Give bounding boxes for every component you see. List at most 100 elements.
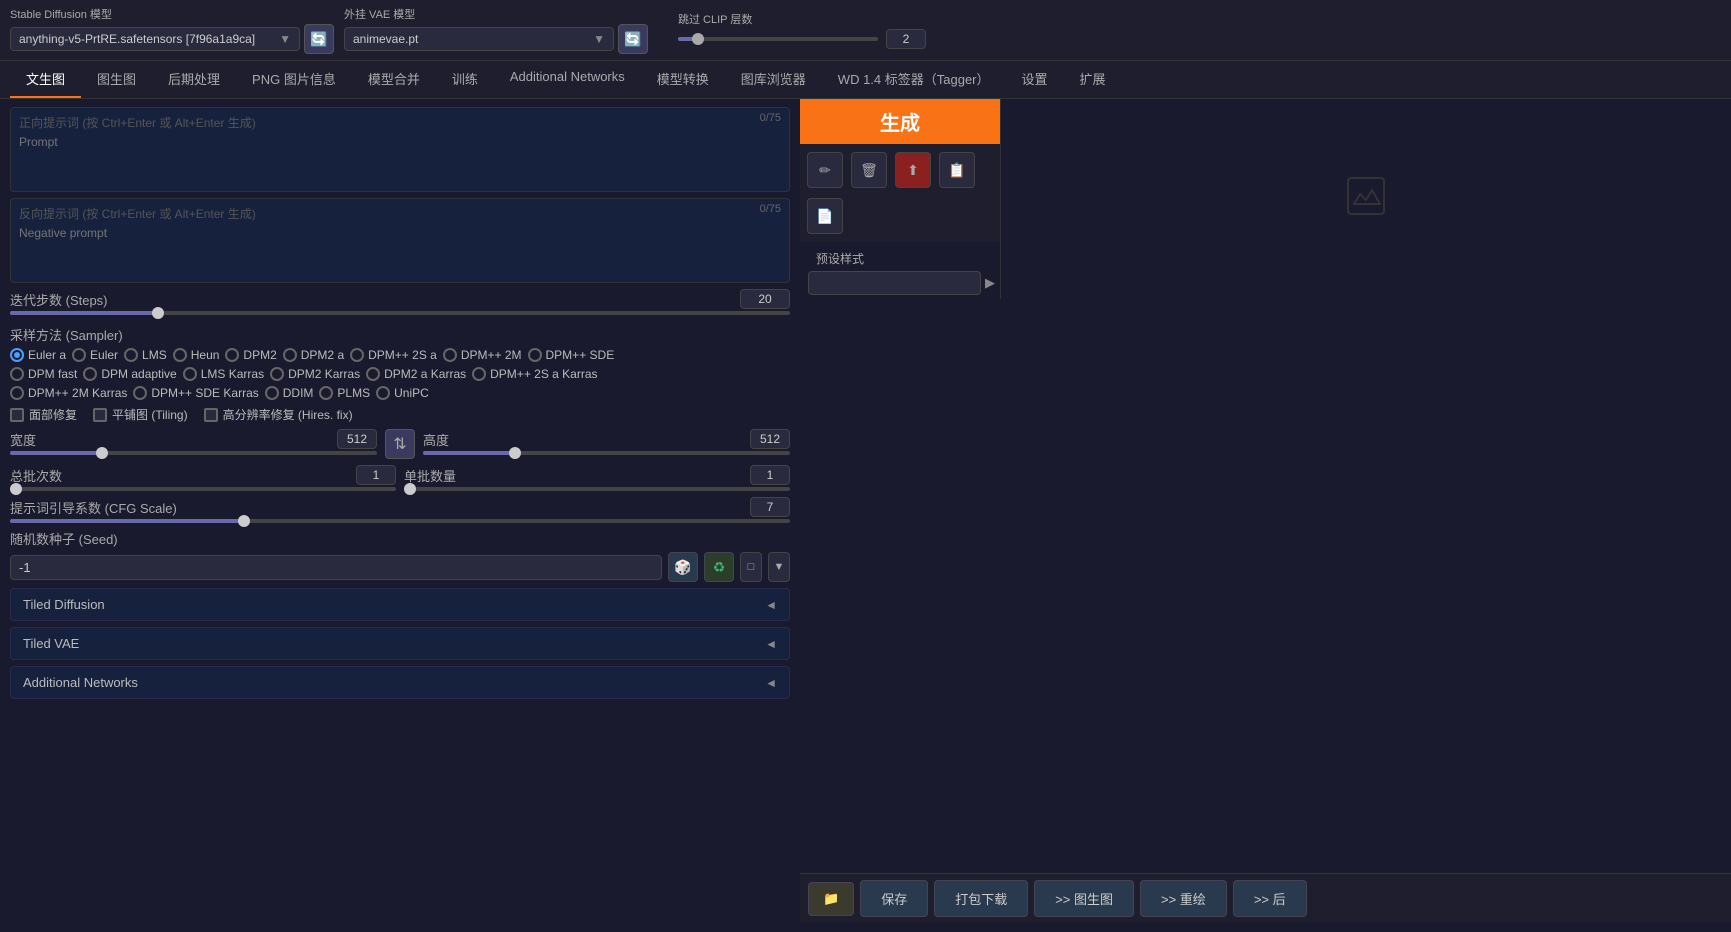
radio-lms[interactable]: LMS <box>124 348 167 362</box>
radio-euler[interactable]: Euler <box>72 348 118 362</box>
sd-model-section: Stable Diffusion 模型 anything-v5-PrtRE.sa… <box>10 6 334 54</box>
tab-merge[interactable]: 模型合并 <box>352 61 436 98</box>
vae-model-arrow: ▼ <box>593 32 605 46</box>
radio-dpmpp-2m[interactable]: DPM++ 2M <box>443 348 522 362</box>
generate-button[interactable]: 生成 <box>800 99 1000 144</box>
radio-unipc[interactable]: UniPC <box>376 386 429 400</box>
radio-ddim[interactable]: DDIM <box>265 386 314 400</box>
width-section: 宽度 512 <box>10 429 377 459</box>
tiling-checkbox[interactable]: 平铺图 (Tiling) <box>93 406 188 423</box>
tab-extras[interactable]: 后期处理 <box>152 61 236 98</box>
radio-dpm-fast[interactable]: DPM fast <box>10 367 77 381</box>
sd-model-refresh-btn[interactable]: 🔄 <box>304 24 334 54</box>
tab-extensions[interactable]: 扩展 <box>1064 61 1122 98</box>
radio-dpm2[interactable]: DPM2 <box>225 348 276 362</box>
radio-dpm-adaptive[interactable]: DPM adaptive <box>83 367 176 381</box>
positive-prompt-area: 正向提示词 (按 Ctrl+Enter 或 Alt+Enter 生成) 0/75 <box>10 107 790 192</box>
positive-prompt-input[interactable] <box>11 133 789 188</box>
cfg-scale-slider[interactable] <box>10 519 790 523</box>
sampler-row-3: DPM++ 2M Karras DPM++ SDE Karras DDIM PL… <box>10 386 790 400</box>
height-slider[interactable] <box>423 451 790 455</box>
tab-train[interactable]: 训练 <box>436 61 494 98</box>
tab-img2img[interactable]: 图生图 <box>81 61 152 98</box>
seed-extra-btn[interactable]: □ <box>740 552 762 582</box>
batch-size-slider[interactable] <box>404 487 790 491</box>
height-value[interactable]: 512 <box>750 429 790 449</box>
tab-png-info[interactable]: PNG 图片信息 <box>236 61 352 98</box>
save-btn[interactable]: 保存 <box>860 880 928 917</box>
vae-model-refresh-btn[interactable]: 🔄 <box>618 24 648 54</box>
tiled-diffusion-header[interactable]: Tiled Diffusion ◄ <box>11 589 789 620</box>
vae-model-label: 外挂 VAE 模型 <box>344 6 648 22</box>
additional-networks-header[interactable]: Additional Networks ◄ <box>11 667 789 698</box>
sd-model-dropdown[interactable]: anything-v5-PrtRE.safetensors [7f96a1a9c… <box>10 27 300 51</box>
batch-size-section: 单批数量 1 <box>404 465 790 491</box>
steps-label: 迭代步数 (Steps) <box>10 290 190 309</box>
radio-dpmpp-sde[interactable]: DPM++ SDE <box>528 348 615 362</box>
radio-euler-a[interactable]: Euler a <box>10 348 66 362</box>
batch-count-value[interactable]: 1 <box>356 465 396 485</box>
batch-count-section: 总批次数 1 <box>10 465 396 491</box>
clip-value[interactable]: 2 <box>886 29 926 49</box>
hires-fix-checkbox[interactable]: 高分辨率修复 (Hires. fix) <box>204 406 353 423</box>
to-extras-btn[interactable]: >> 后 <box>1233 880 1307 917</box>
width-value[interactable]: 512 <box>337 429 377 449</box>
tab-model-convert[interactable]: 模型转换 <box>641 61 725 98</box>
clip-slider[interactable] <box>678 37 878 41</box>
tab-tagger[interactable]: WD 1.4 标签器（Tagger） <box>822 61 1006 98</box>
seed-recycle-btn[interactable]: ♻ <box>704 552 734 582</box>
zip-btn[interactable]: 打包下载 <box>934 880 1028 917</box>
preset-input[interactable] <box>808 271 981 295</box>
right-top-area: 生成 ✏ 🗑 ⬆ 📋 📄 预设样式 ▶ <box>800 99 1731 299</box>
top-bar: Stable Diffusion 模型 anything-v5-PrtRE.sa… <box>0 0 1731 61</box>
preset-section: 预设样式 ▶ <box>800 242 1000 299</box>
toolbar-pencil-btn[interactable]: ✏ <box>807 152 843 188</box>
seed-dropdown-btn[interactable]: ▼ <box>768 552 790 582</box>
toolbar-copy-btn[interactable]: 📋 <box>939 152 975 188</box>
to-inpaint-btn[interactable]: >> 重绘 <box>1140 880 1227 917</box>
negative-prompt-input[interactable] <box>11 224 789 279</box>
width-slider[interactable] <box>10 451 377 455</box>
tab-gallery[interactable]: 图库浏览器 <box>725 61 822 98</box>
folder-btn[interactable]: 📁 <box>808 882 854 916</box>
tab-settings[interactable]: 设置 <box>1006 61 1064 98</box>
seed-dice-btn[interactable]: 🎲 <box>668 552 698 582</box>
radio-lms-karras[interactable]: LMS Karras <box>183 367 264 381</box>
restore-faces-checkbox[interactable]: 面部修复 <box>10 406 77 423</box>
negative-token-count: 0/75 <box>760 203 781 215</box>
radio-dpm2-a-karras[interactable]: DPM2 a Karras <box>366 367 466 381</box>
swap-dimensions-btn[interactable]: ⇅ <box>385 429 415 459</box>
seed-input[interactable]: -1 <box>10 555 662 580</box>
generate-area: 生成 ✏ 🗑 ⬆ 📋 📄 预设样式 ▶ <box>800 99 1000 299</box>
tiled-diffusion-title: Tiled Diffusion <box>23 597 105 612</box>
radio-dpmpp-2m-karras[interactable]: DPM++ 2M Karras <box>10 386 127 400</box>
radio-dpmpp-2s-a-karras[interactable]: DPM++ 2S a Karras <box>472 367 597 381</box>
steps-slider[interactable] <box>10 311 790 315</box>
radio-dot-dpmpp-sde-karras <box>133 386 147 400</box>
preset-arrow-btn[interactable]: ▶ <box>981 275 995 291</box>
radio-plms[interactable]: PLMS <box>319 386 370 400</box>
radio-dpm2-karras[interactable]: DPM2 Karras <box>270 367 360 381</box>
cfg-scale-value[interactable]: 7 <box>750 497 790 517</box>
canvas-area <box>1000 99 1731 299</box>
batch-size-value[interactable]: 1 <box>750 465 790 485</box>
to-img2img-btn[interactable]: >> 图生图 <box>1034 880 1134 917</box>
batch-count-slider[interactable] <box>10 487 396 491</box>
additional-networks-title: Additional Networks <box>23 675 138 690</box>
radio-dpmpp-2s-a[interactable]: DPM++ 2S a <box>350 348 437 362</box>
tiled-vae-header[interactable]: Tiled VAE ◄ <box>11 628 789 659</box>
toolbar-trash-btn[interactable]: 🗑 <box>851 152 887 188</box>
additional-networks-accordion: Additional Networks ◄ <box>10 666 790 699</box>
radio-heun[interactable]: Heun <box>173 348 220 362</box>
toolbar-stop-btn[interactable]: ⬆ <box>895 152 931 188</box>
radio-dpm2-a[interactable]: DPM2 a <box>283 348 344 362</box>
sampler-row-2: DPM fast DPM adaptive LMS Karras DPM2 Ka… <box>10 367 790 381</box>
radio-dpmpp-sde-karras[interactable]: DPM++ SDE Karras <box>133 386 258 400</box>
height-section: 高度 512 <box>423 429 790 459</box>
tab-additional-networks[interactable]: Additional Networks <box>494 61 641 98</box>
vae-model-dropdown[interactable]: animevae.pt ▼ <box>344 27 614 51</box>
clip-slider-row: 2 <box>678 29 926 49</box>
toolbar-paste-btn[interactable]: 📄 <box>807 198 843 234</box>
steps-value[interactable]: 20 <box>740 289 790 309</box>
tab-txt2img[interactable]: 文生图 <box>10 61 81 98</box>
